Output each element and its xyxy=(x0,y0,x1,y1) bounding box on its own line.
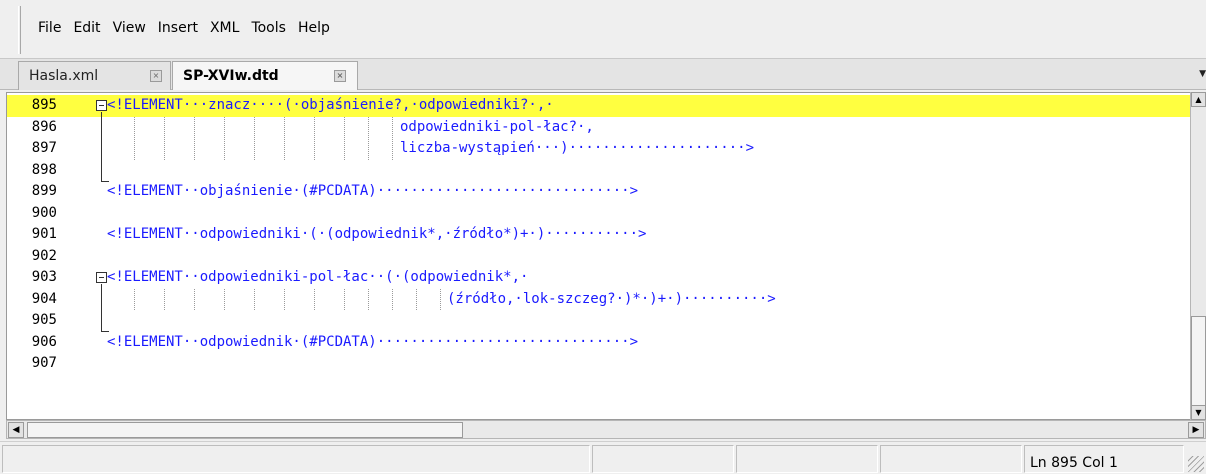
line-number: 904 xyxy=(31,290,57,307)
scroll-left-arrow-icon[interactable]: ◀ xyxy=(8,422,24,438)
indent-guide xyxy=(392,289,393,310)
line-number: 905 xyxy=(31,312,57,328)
indent-guide xyxy=(224,289,225,310)
indent-guide xyxy=(392,117,393,160)
code-line[interactable]: 901 <!ELEMENT··odpowiedniki·(·(odpowiedn… xyxy=(7,224,1190,246)
line-number: 901 xyxy=(31,226,57,242)
fold-collapse-icon[interactable] xyxy=(96,272,107,283)
indent-guide xyxy=(164,117,165,160)
vertical-scroll-thumb[interactable] xyxy=(1191,316,1206,406)
toolbar-grip-handle[interactable] xyxy=(18,6,21,54)
menu-insert[interactable]: Insert xyxy=(158,20,198,36)
horizontal-scrollbar[interactable]: ◀ ▶ xyxy=(6,420,1206,439)
indent-guide xyxy=(368,117,369,160)
menu-xml[interactable]: XML xyxy=(210,20,239,36)
fold-marker-line xyxy=(101,112,102,181)
code-text: <!ELEMENT··odpowiedniki-pol-łac··(·(odpo… xyxy=(107,269,529,285)
code-text: <!ELEMENT···znacz····(·objaśnienie?,·odp… xyxy=(107,97,554,113)
line-number: 899 xyxy=(31,183,57,199)
close-icon[interactable]: × xyxy=(150,70,162,82)
code-line[interactable]: 898 xyxy=(7,160,1190,182)
status-cell xyxy=(592,445,734,473)
tab-label: Hasla.xml xyxy=(29,68,99,84)
line-number: 896 xyxy=(31,118,57,135)
menu-help[interactable]: Help xyxy=(298,20,330,36)
code-text: <!ELEMENT··odpowiedniki·(·(odpowiednik*,… xyxy=(107,226,647,242)
code-line[interactable]: 900 xyxy=(7,203,1190,225)
indent-guide xyxy=(164,289,165,310)
fold-marker-line xyxy=(101,284,102,331)
tab-hasla-xml[interactable]: Hasla.xml × xyxy=(18,61,171,90)
indent-guide xyxy=(224,117,225,160)
code-line[interactable]: 905 xyxy=(7,310,1190,332)
line-number: 907 xyxy=(31,355,57,371)
menu-file[interactable]: File xyxy=(38,20,61,36)
resize-grip-icon[interactable] xyxy=(1188,456,1204,472)
indent-guide xyxy=(314,289,315,310)
indent-guide xyxy=(194,289,195,310)
indent-guide xyxy=(254,289,255,310)
code-line[interactable]: 896 odpowiedniki-pol-łac?·, xyxy=(7,117,1190,139)
scroll-right-arrow-icon[interactable]: ▶ xyxy=(1188,422,1204,438)
line-number: 900 xyxy=(31,204,57,221)
code-editor[interactable]: 895 <!ELEMENT···znacz····(·objaśnienie?,… xyxy=(6,92,1190,420)
indent-guide xyxy=(440,289,441,310)
fold-end-marker xyxy=(101,181,109,182)
vertical-scrollbar[interactable]: ▲ ▼ xyxy=(1190,92,1206,420)
code-line[interactable]: 902 xyxy=(7,246,1190,268)
menu-bar: File Edit View Insert XML Tools Help xyxy=(0,0,1206,56)
tab-list-arrow-icon[interactable]: ▼ xyxy=(1199,69,1206,79)
code-text: (źródło,·lok-szczeg?·)*·)+·)··········> xyxy=(447,290,776,307)
code-line[interactable]: 906 <!ELEMENT··odpowiednik·(#PCDATA)····… xyxy=(7,332,1190,354)
tab-sp-xviw-dtd[interactable]: SP-XVIw.dtd × xyxy=(172,61,358,90)
code-line[interactable]: 907 xyxy=(7,353,1190,375)
horizontal-scroll-thumb[interactable] xyxy=(27,422,463,438)
line-number: 906 xyxy=(31,333,57,350)
code-line[interactable]: 903 <!ELEMENT··odpowiedniki-pol-łac··(·(… xyxy=(7,267,1190,289)
indent-guide xyxy=(284,117,285,160)
indent-guide xyxy=(134,117,135,160)
code-line[interactable]: 895 <!ELEMENT···znacz····(·objaśnienie?,… xyxy=(7,95,1190,117)
menu-edit[interactable]: Edit xyxy=(73,20,100,36)
code-text: liczba-wystąpień···)····················… xyxy=(400,140,755,156)
fold-end-marker xyxy=(101,331,109,332)
status-cell xyxy=(880,445,1022,473)
menu-tools[interactable]: Tools xyxy=(251,20,286,36)
code-text: <!ELEMENT··objaśnienie·(#PCDATA)········… xyxy=(107,183,639,199)
code-line[interactable]: 904 (źródło,·lok-szczeg?·)*·)+·)········… xyxy=(7,289,1190,311)
line-number: 895 xyxy=(31,97,57,113)
code-text: <!ELEMENT··odpowiednik·(#PCDATA)········… xyxy=(107,333,639,350)
indent-guide xyxy=(368,289,369,310)
tab-label: SP-XVIw.dtd xyxy=(183,68,279,84)
indent-guide xyxy=(344,117,345,160)
tab-bar: Hasla.xml × SP-XVIw.dtd × ▼ xyxy=(0,58,1206,90)
cursor-position: Ln 895 Col 1 xyxy=(1030,455,1118,471)
line-number: 898 xyxy=(31,161,57,178)
fold-collapse-icon[interactable] xyxy=(96,100,107,111)
indent-guide xyxy=(254,117,255,160)
indent-guide xyxy=(134,289,135,310)
line-number: 902 xyxy=(31,247,57,264)
indent-guide xyxy=(416,289,417,310)
line-number: 897 xyxy=(31,140,57,156)
indent-guide xyxy=(194,117,195,160)
code-line[interactable]: 899 <!ELEMENT··objaśnienie·(#PCDATA)····… xyxy=(7,181,1190,203)
status-bar: Ln 895 Col 1 xyxy=(0,441,1206,474)
code-text: odpowiedniki-pol-łac?·, xyxy=(400,118,594,135)
menu-view[interactable]: View xyxy=(113,20,146,36)
scroll-down-arrow-icon[interactable]: ▼ xyxy=(1191,405,1206,420)
close-icon[interactable]: × xyxy=(334,70,346,82)
status-cell xyxy=(736,445,878,473)
indent-guide xyxy=(344,289,345,310)
line-number: 903 xyxy=(31,269,57,285)
code-line[interactable]: 897 liczba-wystąpień···)················… xyxy=(7,138,1190,160)
indent-guide xyxy=(284,289,285,310)
status-cell-message xyxy=(2,445,590,473)
scroll-up-arrow-icon[interactable]: ▲ xyxy=(1191,92,1206,107)
indent-guide xyxy=(314,117,315,160)
